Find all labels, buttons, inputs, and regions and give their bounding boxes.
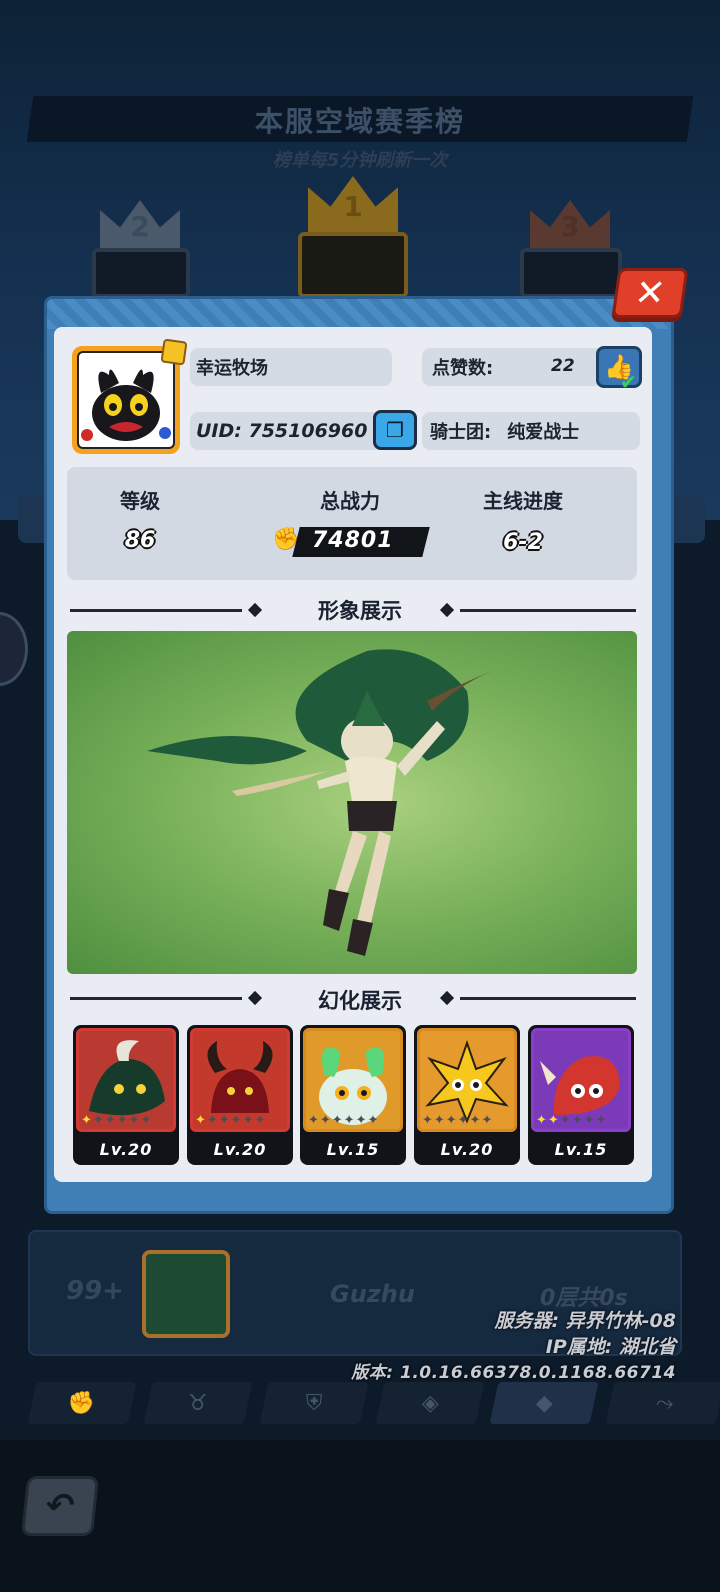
star-rating: ✦✦✦✦✦✦ [81,1113,153,1128]
level-label: 等级 [120,489,160,513]
tab-share[interactable]: ⤳ [605,1382,720,1424]
guild-name: 纯爱战士 [507,422,580,443]
progress-label: 主线进度 [483,489,563,513]
skin-level: Lv.15 [326,1140,380,1159]
tab-chip[interactable]: ◈ [375,1382,485,1424]
background-bottom [0,1440,720,1592]
share-icon: ⤳ [656,1390,674,1416]
star-rating: ✦✦✦✦✦✦ [308,1113,380,1128]
fist-power-icon: ✊ [272,527,300,552]
level-value: 86 [124,528,156,553]
season-subtitle: 榜单每5分钟刷新一次 [272,150,448,171]
skin-level: Lv.15 [554,1140,608,1159]
black-bomb-creature-icon [81,369,171,441]
podium-slot-1[interactable] [298,232,408,298]
divider-right [460,997,636,1000]
guild-pill: 骑士团: 纯爱战士 [422,412,640,450]
likes-label: 点赞数: [432,358,494,379]
podium-slot-2[interactable] [92,248,190,298]
character-showcase[interactable] [67,631,637,974]
my-rank-name: Guzhu [330,1280,415,1308]
copy-uid-button[interactable]: ❐ [373,410,417,450]
gem-icon: ◆ [535,1390,553,1416]
check-icon: ✔ [620,370,637,394]
star-rating: ✦✦✦✦✦✦ [195,1113,267,1128]
back-arrow-icon: ↶ [43,1486,77,1526]
skin-card[interactable]: ✦✦✦✦✦✦ Lv.20 [187,1025,293,1165]
skin-card[interactable]: ✦✦✦✦✦✦ Lv.15 [300,1025,406,1165]
star-rating: ✦✦✦✦✦✦ [536,1113,608,1128]
podium-slot-3[interactable] [520,248,622,298]
power-label: 总战力 [320,489,380,513]
close-icon: ✕ [632,272,668,314]
ip-location: IP属地: 湖北省 [545,1336,676,1358]
skin-card[interactable]: ✦✦✦✦✦✦ Lv.15 [528,1025,634,1165]
fist-icon: ✊ [68,1390,96,1416]
skin-level: Lv.20 [99,1140,153,1159]
stats-panel [67,467,637,580]
skin-card[interactable]: ✦✦✦✦✦✦ Lv.20 [73,1025,179,1165]
back-button[interactable]: ↶ [20,1476,100,1536]
transform-title: 幻化展示 [318,989,402,1013]
guild-label: 骑士团: [430,422,492,443]
podium-rank-1: 1 [343,190,363,223]
my-rank-number: 99+ [66,1276,124,1306]
skin-level: Lv.20 [440,1140,494,1159]
progress-value: 6-2 [503,530,543,555]
likes-count: 22 [551,356,575,376]
tab-shield[interactable]: ⛨ [259,1382,369,1424]
copy-icon: ❐ [386,418,404,442]
shield-icon: ⛨ [305,1390,323,1416]
star-rating: ✦✦✦✦✦✦ [422,1113,494,1128]
chip-icon: ◈ [421,1390,439,1416]
skin-level: Lv.20 [213,1140,267,1159]
podium-rank-3: 3 [560,210,580,243]
power-value: 74801 [312,528,394,553]
close-button[interactable]: ✕ [611,268,689,318]
tab-bull[interactable]: ♉ [143,1382,253,1424]
tab-gem[interactable]: ◆ [489,1382,599,1424]
bull-icon: ♉ [188,1390,208,1416]
character-illustration [147,649,492,956]
server-info: 服务器: 异界竹林-08 IP属地: 湖北省 版本: 1.0.16.66378.… [351,1308,676,1386]
skin-card[interactable]: ✦✦✦✦✦✦ Lv.20 [414,1025,520,1165]
divider-right [460,609,636,612]
podium-rank-2: 2 [130,210,150,243]
my-rank-avatar [142,1250,230,1338]
vip-badge-icon [160,338,188,366]
tab-fist[interactable]: ✊ [27,1382,137,1424]
season-title: 本服空域赛季榜 [254,105,465,138]
player-name: 幸运牧场 [190,348,392,386]
server-name: 服务器: 异界竹林-08 [494,1310,676,1332]
